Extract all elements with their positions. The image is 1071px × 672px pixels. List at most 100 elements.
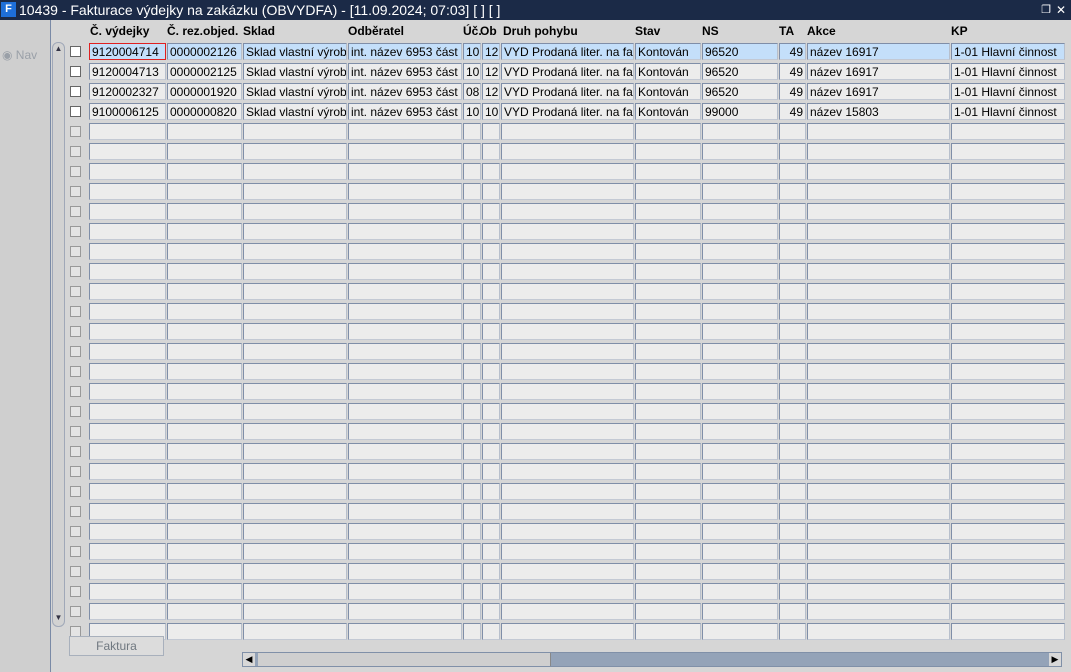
cell-3[interactable] [348, 583, 462, 600]
row-checkbox[interactable] [70, 446, 81, 457]
cell-4[interactable]: 08 [463, 83, 481, 100]
cell-8[interactable] [702, 543, 778, 560]
cell-6[interactable] [501, 143, 634, 160]
cell-4[interactable] [463, 403, 481, 420]
cell-9[interactable] [779, 183, 806, 200]
cell-3[interactable]: int. název 6953 část 27 [348, 63, 462, 80]
cell-6[interactable] [501, 223, 634, 240]
cell-2[interactable] [243, 523, 347, 540]
cell-9[interactable] [779, 543, 806, 560]
cell-4[interactable]: 10 [463, 63, 481, 80]
cell-11[interactable] [951, 363, 1065, 380]
cell-10[interactable] [807, 403, 950, 420]
cell-0[interactable]: 9120002327 [89, 83, 166, 100]
cell-7[interactable]: Kontován [635, 83, 701, 100]
cell-2[interactable] [243, 123, 347, 140]
cell-7[interactable] [635, 403, 701, 420]
cell-5[interactable] [482, 563, 500, 580]
cell-10[interactable]: název 16917 [807, 43, 950, 60]
row-checkbox[interactable] [70, 366, 81, 377]
row-checkbox[interactable] [70, 106, 81, 117]
cell-10[interactable] [807, 583, 950, 600]
cell-8[interactable] [702, 303, 778, 320]
cell-8[interactable] [702, 603, 778, 620]
cell-3[interactable] [348, 343, 462, 360]
cell-10[interactable] [807, 283, 950, 300]
cell-4[interactable] [463, 363, 481, 380]
cell-8[interactable] [702, 243, 778, 260]
cell-1[interactable] [167, 243, 242, 260]
cell-5[interactable] [482, 323, 500, 340]
cell-5[interactable]: 12 [482, 83, 500, 100]
row-checkbox[interactable] [70, 586, 81, 597]
vertical-scrollbar[interactable]: ▲ ▼ [52, 42, 65, 627]
cell-6[interactable] [501, 243, 634, 260]
cell-9[interactable] [779, 503, 806, 520]
cell-9[interactable] [779, 163, 806, 180]
cell-7[interactable] [635, 583, 701, 600]
cell-7[interactable] [635, 303, 701, 320]
cell-10[interactable] [807, 163, 950, 180]
cell-3[interactable] [348, 563, 462, 580]
cell-9[interactable] [779, 203, 806, 220]
cell-10[interactable] [807, 123, 950, 140]
cell-1[interactable] [167, 323, 242, 340]
cell-4[interactable] [463, 523, 481, 540]
cell-3[interactable] [348, 523, 462, 540]
cell-11[interactable] [951, 563, 1065, 580]
cell-11[interactable] [951, 603, 1065, 620]
cell-0[interactable] [89, 463, 166, 480]
cell-7[interactable] [635, 123, 701, 140]
cell-10[interactable] [807, 183, 950, 200]
row-checkbox[interactable] [70, 246, 81, 257]
cell-6[interactable] [501, 203, 634, 220]
cell-2[interactable] [243, 303, 347, 320]
cell-3[interactable] [348, 243, 462, 260]
row-checkbox[interactable] [70, 466, 81, 477]
cell-8[interactable] [702, 423, 778, 440]
cell-2[interactable] [243, 563, 347, 580]
cell-9[interactable] [779, 383, 806, 400]
scroll-left-icon[interactable]: ◀ [243, 653, 255, 666]
cell-6[interactable] [501, 503, 634, 520]
cell-10[interactable] [807, 203, 950, 220]
cell-7[interactable] [635, 463, 701, 480]
cell-4[interactable] [463, 283, 481, 300]
cell-11[interactable]: 1-01 Hlavní činnost [951, 43, 1065, 60]
cell-8[interactable] [702, 623, 778, 640]
cell-8[interactable] [702, 183, 778, 200]
cell-1[interactable] [167, 203, 242, 220]
cell-5[interactable] [482, 143, 500, 160]
cell-3[interactable] [348, 623, 462, 640]
cell-10[interactable]: název 16917 [807, 63, 950, 80]
cell-7[interactable] [635, 163, 701, 180]
cell-6[interactable] [501, 323, 634, 340]
cell-1[interactable]: 0000002126 [167, 43, 242, 60]
cell-2[interactable] [243, 143, 347, 160]
cell-3[interactable] [348, 603, 462, 620]
cell-5[interactable] [482, 163, 500, 180]
cell-10[interactable] [807, 443, 950, 460]
cell-6[interactable] [501, 523, 634, 540]
cell-1[interactable] [167, 383, 242, 400]
cell-0[interactable] [89, 183, 166, 200]
cell-5[interactable]: 12 [482, 43, 500, 60]
cell-10[interactable] [807, 623, 950, 640]
cell-5[interactable] [482, 483, 500, 500]
cell-11[interactable] [951, 283, 1065, 300]
cell-5[interactable] [482, 523, 500, 540]
cell-0[interactable] [89, 163, 166, 180]
cell-6[interactable]: VYD Prodaná liter. na faktu [501, 103, 634, 120]
cell-5[interactable] [482, 283, 500, 300]
cell-11[interactable] [951, 383, 1065, 400]
scroll-right-icon[interactable]: ▶ [1049, 653, 1061, 666]
cell-1[interactable] [167, 343, 242, 360]
cell-8[interactable] [702, 323, 778, 340]
cell-10[interactable] [807, 383, 950, 400]
scroll-up-icon[interactable]: ▲ [53, 44, 64, 56]
cell-5[interactable] [482, 303, 500, 320]
cell-1[interactable] [167, 483, 242, 500]
cell-4[interactable] [463, 483, 481, 500]
cell-2[interactable] [243, 263, 347, 280]
cell-4[interactable] [463, 463, 481, 480]
